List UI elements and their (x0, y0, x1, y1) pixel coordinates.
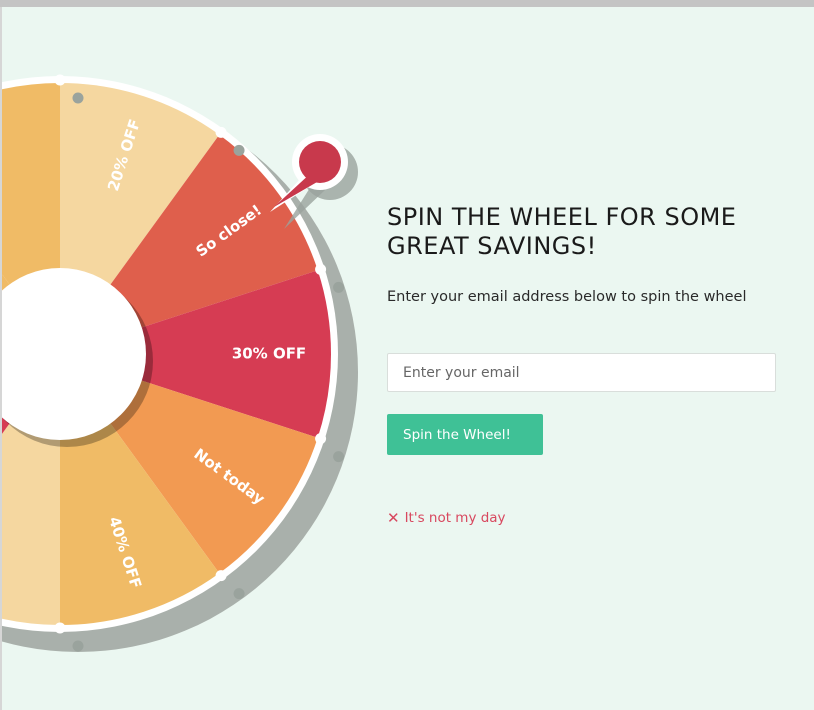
wheel-peg (215, 570, 227, 582)
wheel-peg-shadow (72, 640, 84, 652)
close-icon: ✕ (387, 508, 400, 527)
popup-subtitle: Enter your email address below to spin t… (387, 289, 747, 305)
wheel-peg-shadow (233, 588, 245, 600)
pointer-head (299, 141, 341, 183)
wheel-peg (315, 433, 327, 445)
wheel-peg (215, 126, 227, 138)
dismiss-label: It's not my day (404, 510, 506, 526)
browser-top-bar (0, 0, 814, 7)
wheel-peg-shadow (72, 92, 84, 104)
prize-wheel: 20% OFFSo close!30% OFFNot today40% OFF (2, 74, 358, 652)
popup-title: SPIN THE WHEEL FOR SOME GREAT SAVINGS! (387, 203, 737, 260)
wheel-peg (54, 622, 66, 634)
email-input[interactable] (387, 353, 776, 392)
spin-wheel-popup: 20% OFF So close! 30% OFF Not today 40% OFF … (0, 7, 814, 710)
wheel-segment-label: 30% OFF (232, 345, 306, 363)
spin-wheel-button[interactable]: Spin the Wheel! (387, 414, 543, 455)
wheel-peg-shadow (333, 451, 345, 463)
wheel-peg (315, 263, 327, 275)
wheel-peg-shadow (333, 281, 345, 293)
dismiss-link[interactable]: ✕ It's not my day (387, 510, 506, 526)
wheel-peg (54, 74, 66, 86)
wheel-peg-shadow (233, 144, 245, 156)
